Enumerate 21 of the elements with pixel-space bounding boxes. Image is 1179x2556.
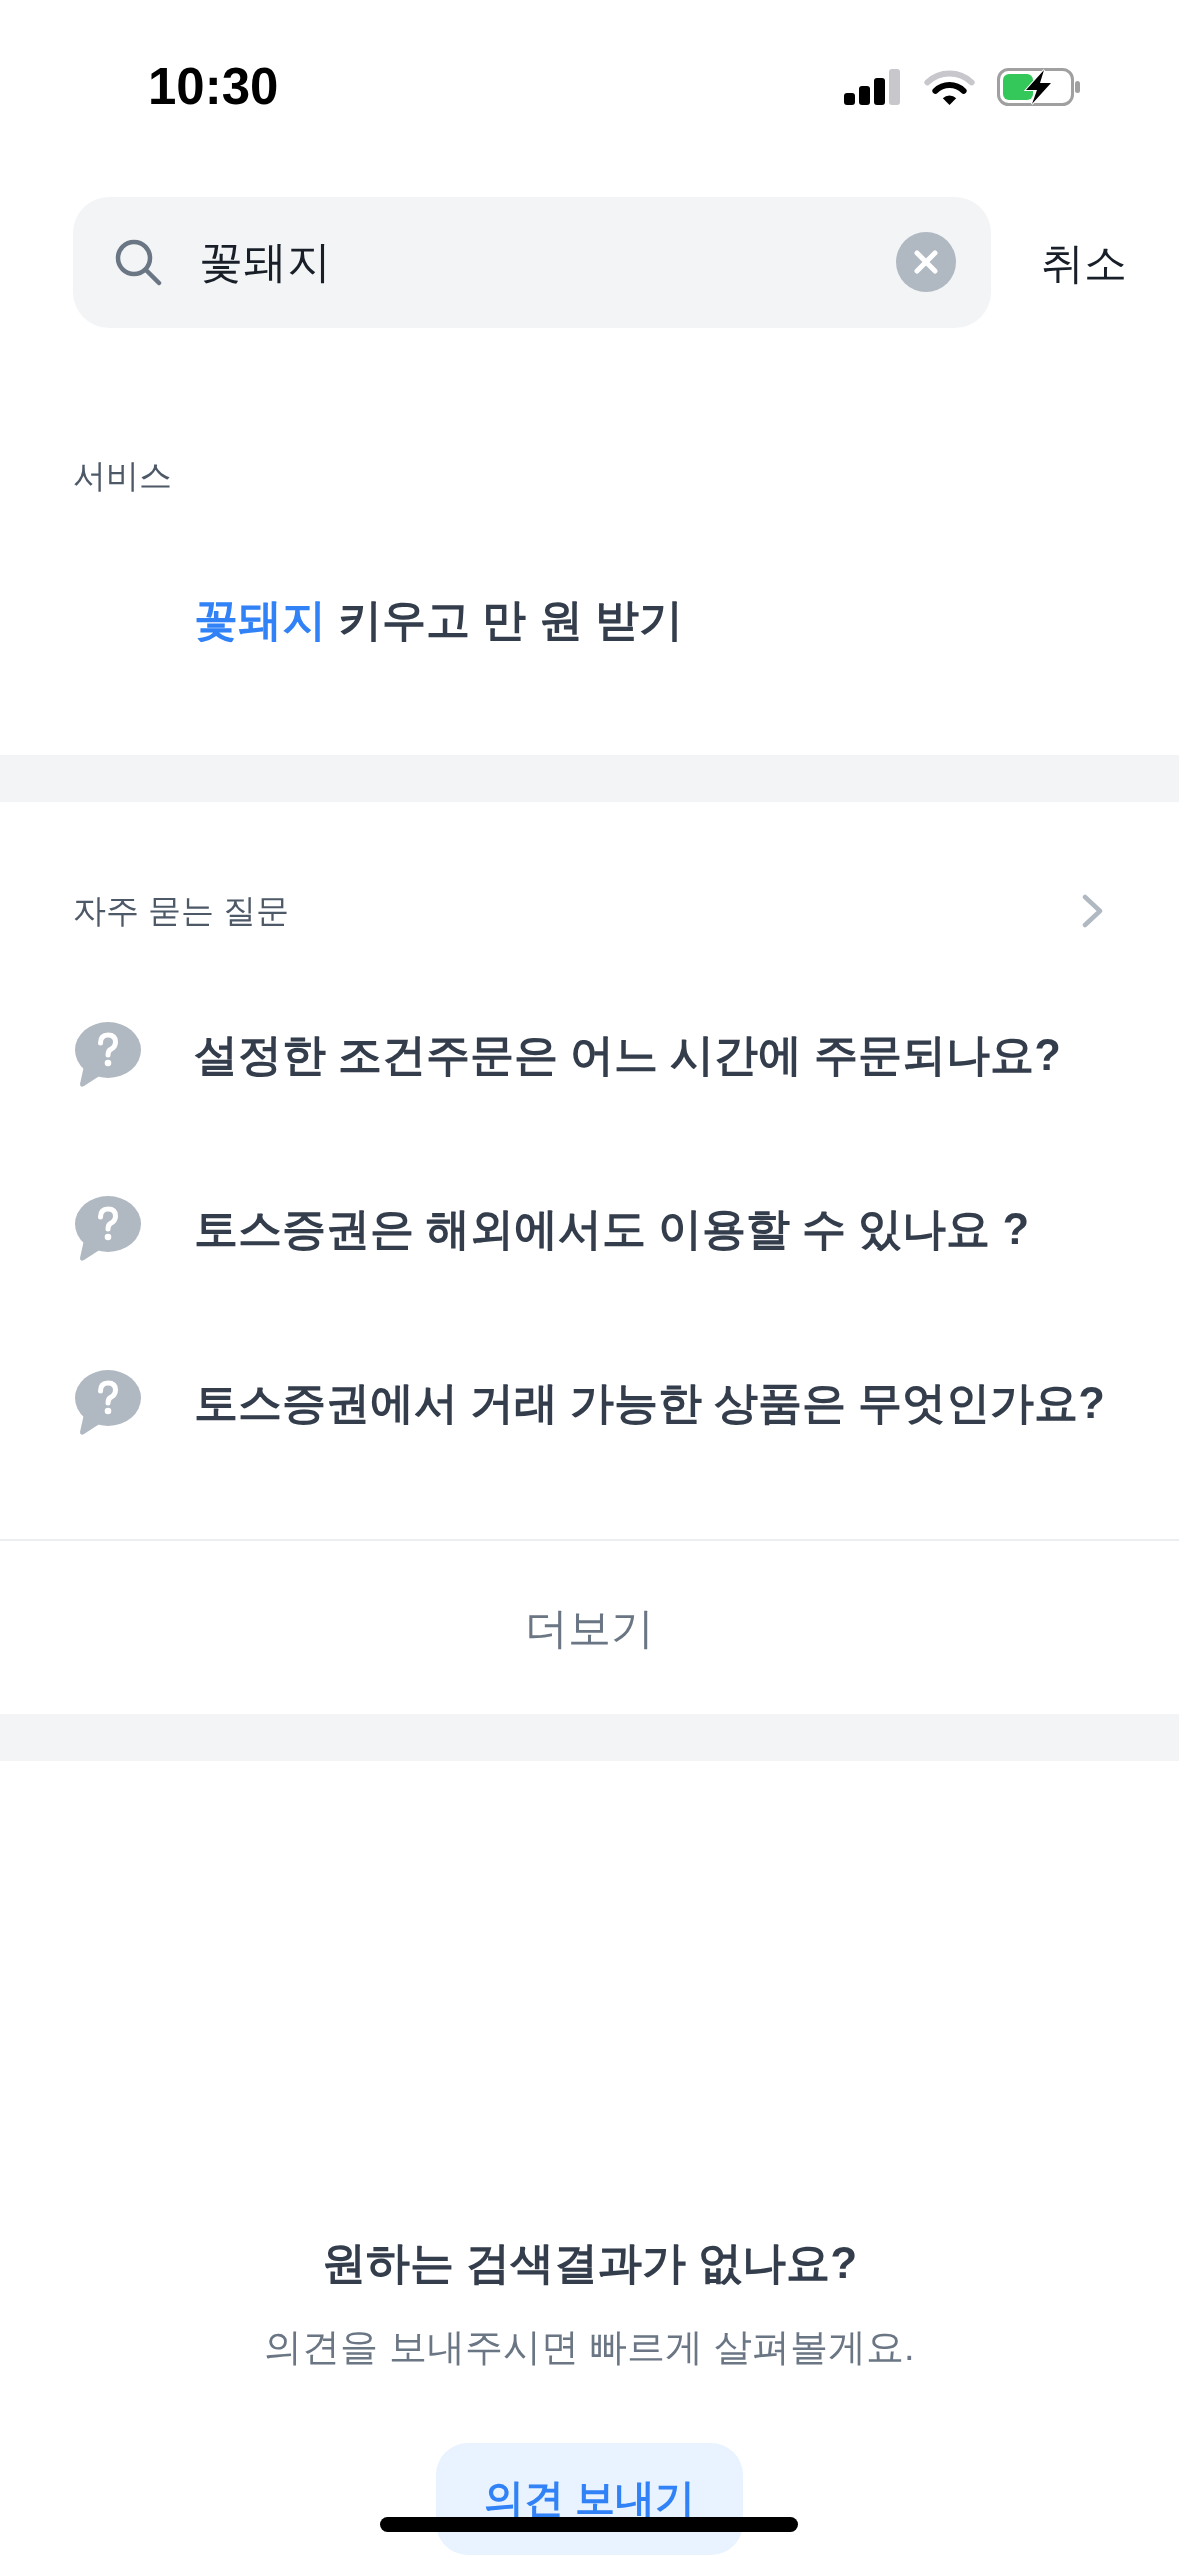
status-time: 10:30 [148, 57, 279, 117]
section-title: 서비스 [73, 456, 172, 496]
clear-icon[interactable] [896, 232, 956, 292]
feedback-title: 원하는 검색결과가 없나요? [321, 2237, 858, 2289]
search-icon [114, 238, 162, 286]
section-title: 자주 묻는 질문 [73, 891, 290, 931]
question-bubble-icon [75, 1370, 141, 1436]
faq-question[interactable]: 설정한 조건주문은 어느 시간에 주문되나요? [194, 1025, 1061, 1085]
feedback-subtitle: 의견을 보내주시면 빠르게 살펴볼게요. [264, 2325, 915, 2370]
signal-icon [844, 69, 902, 105]
cancel-button[interactable]: 취소 [1041, 232, 1127, 293]
wifi-icon [924, 68, 975, 106]
faq-question[interactable]: 토스증권에서 거래 가능한 상품은 무엇인가요? [194, 1373, 1105, 1433]
faq-question[interactable]: 토스증권은 해외에서도 이용할 수 있나요 ? [194, 1199, 1029, 1259]
question-bubble-icon [75, 1022, 141, 1088]
service-item[interactable]: 꽃돼지 키우고 만 원 받기 [194, 595, 683, 644]
more-button[interactable]: 더보기 [525, 1597, 654, 1658]
chevron-right-icon[interactable] [1082, 894, 1104, 928]
search-field[interactable]: 꽃돼지 [73, 197, 991, 328]
battery-icon [997, 68, 1081, 106]
question-bubble-icon [75, 1196, 141, 1262]
